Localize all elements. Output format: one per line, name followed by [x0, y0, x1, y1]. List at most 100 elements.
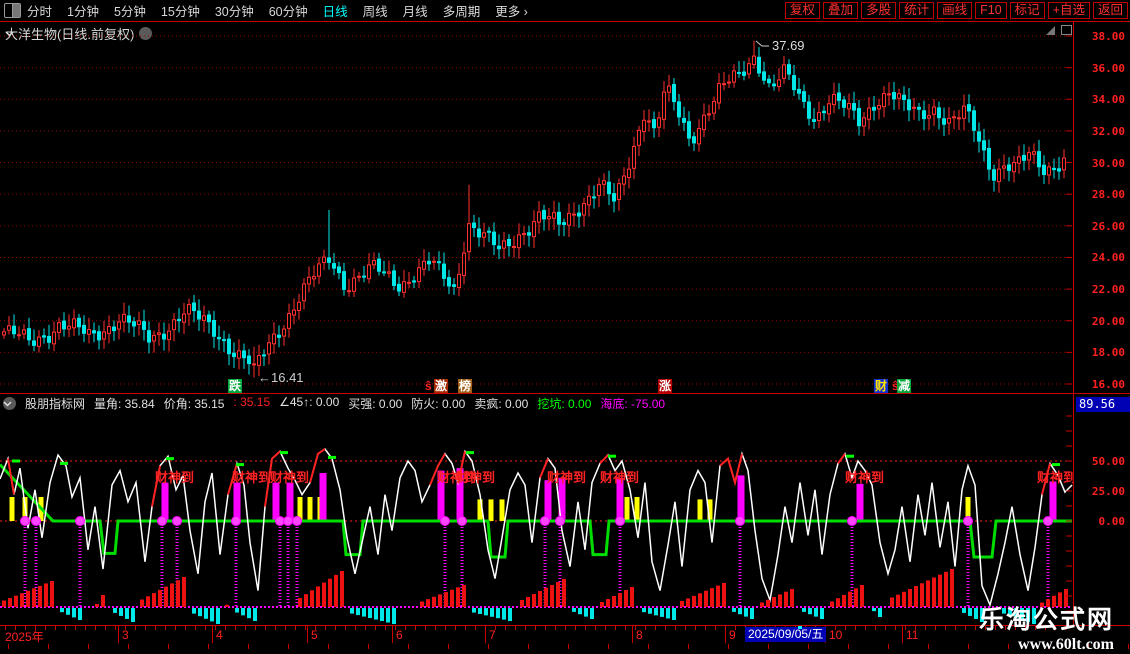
indicator-field-4: 买强: 0.00 [348, 397, 403, 411]
axis-tick [925, 626, 926, 630]
date-axis[interactable]: 2025年 3 4 5 6 7 8 9 10 11 2025/09/05/五 [0, 625, 1130, 645]
axis-tick [335, 626, 336, 630]
axis-tick [545, 626, 546, 630]
menu-item-10[interactable]: 更多 › [495, 1, 528, 20]
toolbar-button-1[interactable]: 叠加 [823, 2, 859, 19]
axis-tick [445, 626, 446, 630]
axis-tick [895, 626, 896, 630]
signal-label: 财神到 [270, 470, 309, 485]
axis-tick [615, 626, 616, 630]
month-label: 6 [396, 628, 403, 642]
month-label: 11 [906, 628, 919, 642]
axis-tick [515, 626, 516, 630]
axis-tick [645, 626, 646, 630]
axis-tick [475, 626, 476, 630]
menu-item-4[interactable]: 30分钟 [215, 1, 254, 20]
month-label: 4 [216, 628, 223, 642]
menu-item-0[interactable]: 分时 [27, 1, 52, 20]
indicator-field-2: : 35.15 [233, 395, 271, 409]
axis-tick [575, 626, 576, 630]
toolbar-button-4[interactable]: 画线 [937, 2, 973, 19]
month-separator [725, 626, 726, 643]
menu-item-2[interactable]: 5分钟 [114, 1, 146, 20]
signal-label: 财神到 [600, 470, 639, 485]
axis-tick [855, 626, 856, 630]
price-axis-label: 38.00 [1091, 30, 1125, 43]
axis-tick [655, 626, 656, 630]
axis-tick [488, 644, 489, 649]
signal-label: 财神到 [845, 470, 884, 485]
toolbar-button-7[interactable]: +自选 [1047, 2, 1090, 19]
indicator-field-7: 挖坑: 0.00 [537, 397, 592, 411]
axis-tick [728, 644, 729, 649]
month-label: 8 [636, 628, 643, 642]
indicator-name[interactable]: 股朋指标网 [25, 395, 85, 412]
indicator-cursor-value: 89.56 [1076, 397, 1130, 412]
toolbar-button-2[interactable]: 多股 [861, 2, 897, 19]
toolbar-button-5[interactable]: F10 [975, 2, 1007, 19]
axis-tick [675, 626, 676, 630]
axis-tick [965, 626, 966, 630]
candlestick-chart[interactable]: 37.69 ←16.41 [0, 22, 1073, 393]
menu-item-3[interactable]: 15分钟 [161, 1, 200, 20]
axis-tick [408, 644, 409, 649]
axis-tick [405, 626, 406, 630]
toolbar-button-6[interactable]: 标记 [1009, 2, 1045, 19]
axis-tick [365, 626, 366, 630]
axis-tick [685, 626, 686, 630]
indicator-axis-label: 25.00 [1091, 485, 1125, 498]
candles-layer [2, 40, 1066, 378]
panel-separator [0, 393, 1130, 394]
event-tag-减: 减 [897, 379, 912, 393]
axis-tick [168, 644, 169, 649]
menu-item-9[interactable]: 多周期 [443, 1, 481, 20]
high-annotation: 37.69 [772, 38, 805, 53]
axis-tick [888, 644, 889, 649]
axis-tick [935, 626, 936, 630]
axis-tick [175, 626, 176, 630]
axis-tick [928, 644, 929, 649]
menu-item-6[interactable]: 日线 [323, 1, 348, 20]
axis-tick [448, 644, 449, 649]
axis-tick [305, 626, 306, 630]
indicator-chart[interactable]: 财神到 财神到财神到 财神到财神到 财神到 财神到 财神到 财神到 [0, 412, 1073, 625]
axis-tick [865, 626, 866, 630]
axis-tick [235, 626, 236, 630]
axis-tick [665, 626, 666, 630]
axis-tick [455, 626, 456, 630]
month-separator [902, 626, 903, 643]
toolbar-button-0[interactable]: 复权 [785, 2, 821, 19]
next-panel-edge [0, 644, 1130, 650]
indicator-values: 量角: 35.84 价角: 35.15: 35.15 ∠45↑: 0.00 买强: 0… [94, 395, 665, 412]
axis-tick [255, 626, 256, 630]
chevron-down-icon[interactable] [3, 397, 16, 410]
axis-tick [345, 626, 346, 630]
menu-item-8[interactable]: 月线 [403, 1, 428, 20]
axis-tick [48, 644, 49, 649]
period-menu: 分时 1分钟 5分钟 15分钟 30分钟 60分钟 日线 周线 月线 多周期 更多 › [27, 1, 528, 20]
price-axis-label: 16.00 [1091, 378, 1125, 391]
menu-item-5[interactable]: 60分钟 [269, 1, 308, 20]
axis-tick [95, 626, 96, 630]
axis-tick [295, 626, 296, 630]
axis-tick [768, 644, 769, 649]
axis-tick [968, 644, 969, 649]
indicator-field-5: 防火: 0.00 [411, 397, 466, 411]
event-tag-财: 财 [874, 379, 889, 393]
axis-tick [55, 626, 56, 630]
axis-tick [115, 626, 116, 630]
menu-item-7[interactable]: 周线 [363, 1, 388, 20]
toolbar-button-3[interactable]: 统计 [899, 2, 935, 19]
layout-split-icon[interactable] [4, 3, 21, 18]
axis-tick [945, 626, 946, 630]
indicator-axis-label: 0.00 [1098, 515, 1126, 528]
month-separator [212, 626, 213, 643]
month-separator [632, 626, 633, 643]
event-tag-涨: 涨 [658, 379, 673, 393]
axis-tick [8, 644, 9, 649]
axis-tick [195, 626, 196, 630]
axis-tick [435, 626, 436, 630]
menu-item-1[interactable]: 1分钟 [67, 1, 99, 20]
indicator-field-0: 量角: 35.84 [94, 397, 155, 411]
toolbar-button-8[interactable]: 返回 [1092, 2, 1128, 19]
